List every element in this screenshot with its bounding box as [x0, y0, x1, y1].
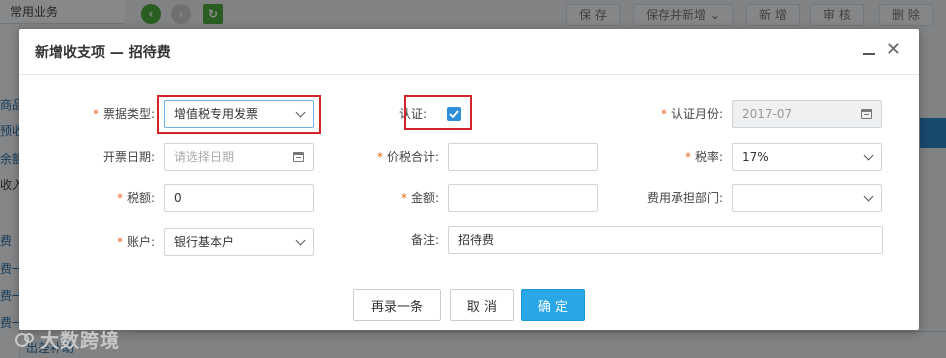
cost-department-select[interactable] — [732, 184, 882, 212]
total-with-tax-label: * 价税合计: — [349, 143, 439, 171]
watermark-text: 大数跨境 — [40, 330, 121, 352]
total-with-tax-input[interactable] — [448, 143, 598, 171]
required-star-icon: * — [376, 150, 383, 164]
tax-rate-select[interactable]: 17% — [732, 143, 882, 171]
invoice-date-input[interactable]: 请选择日期 — [164, 143, 314, 171]
save-and-add-button[interactable]: 再录一条 — [353, 289, 441, 321]
amount-label-text: 金额: — [410, 191, 439, 205]
required-star-icon: * — [684, 150, 691, 164]
cert-month-value: 2017-07 — [742, 107, 793, 121]
cancel-button[interactable]: 取 消 — [450, 289, 514, 321]
tax-rate-label: * 税率: — [639, 143, 723, 171]
account-select[interactable]: 银行基本户 — [164, 228, 314, 256]
tax-rate-label-text: 税率: — [694, 150, 723, 164]
remark-label: 备注: — [410, 233, 439, 247]
required-star-icon: * — [116, 235, 123, 249]
ticket-type-label: * 票据类型: — [59, 100, 155, 128]
remark-input[interactable]: 招待费 — [448, 226, 883, 254]
cost-department-label: 费用承担部门: — [646, 191, 723, 205]
required-star-icon: * — [116, 191, 123, 205]
chevron-down-icon — [863, 144, 874, 170]
required-star-icon: * — [400, 191, 407, 205]
tax-amount-label: * 税额: — [59, 184, 155, 212]
add-expense-dialog: 新增收支项 — 招待费 ✕ * 票据类型: 增值税专用发票 认证: * 认证月份: … — [19, 29, 919, 330]
ticket-type-label-text: 票据类型: — [102, 107, 155, 121]
tax-rate-value: 17% — [742, 150, 769, 164]
required-star-icon: * — [660, 107, 667, 121]
account-value: 银行基本户 — [174, 235, 235, 249]
calendar-icon — [293, 144, 304, 170]
chevron-down-icon — [863, 185, 874, 211]
watermark-logo-icon — [15, 332, 34, 347]
account-label-text: 账户: — [126, 235, 155, 249]
minimize-icon[interactable] — [863, 45, 875, 57]
amount-input[interactable] — [448, 184, 598, 212]
highlight-box-ticket-type — [157, 95, 321, 134]
highlight-box-certified — [404, 95, 472, 130]
watermark: 大数跨境 — [14, 326, 120, 353]
required-star-icon: * — [92, 107, 99, 121]
invoice-date-placeholder: 请选择日期 — [174, 150, 235, 164]
calendar-icon — [861, 101, 872, 127]
tax-amount-label-text: 税额: — [126, 191, 155, 205]
chevron-down-icon — [295, 229, 306, 255]
cert-month-label: * 认证月份: — [639, 100, 723, 128]
dialog-title: 新增收支项 — 招待费 — [35, 44, 171, 61]
close-icon[interactable]: ✕ — [886, 40, 901, 60]
invoice-date-label: 开票日期: — [102, 150, 155, 164]
cert-month-input[interactable]: 2017-07 — [732, 100, 882, 128]
confirm-button[interactable]: 确 定 — [521, 289, 585, 321]
tax-amount-input[interactable]: 0 — [164, 184, 314, 212]
amount-label: * 金额: — [349, 184, 439, 212]
total-with-tax-label-text: 价税合计: — [386, 150, 439, 164]
account-label: * 账户: — [59, 228, 155, 256]
dialog-header: 新增收支项 — 招待费 — [19, 29, 919, 75]
cert-month-label-text: 认证月份: — [670, 107, 723, 121]
